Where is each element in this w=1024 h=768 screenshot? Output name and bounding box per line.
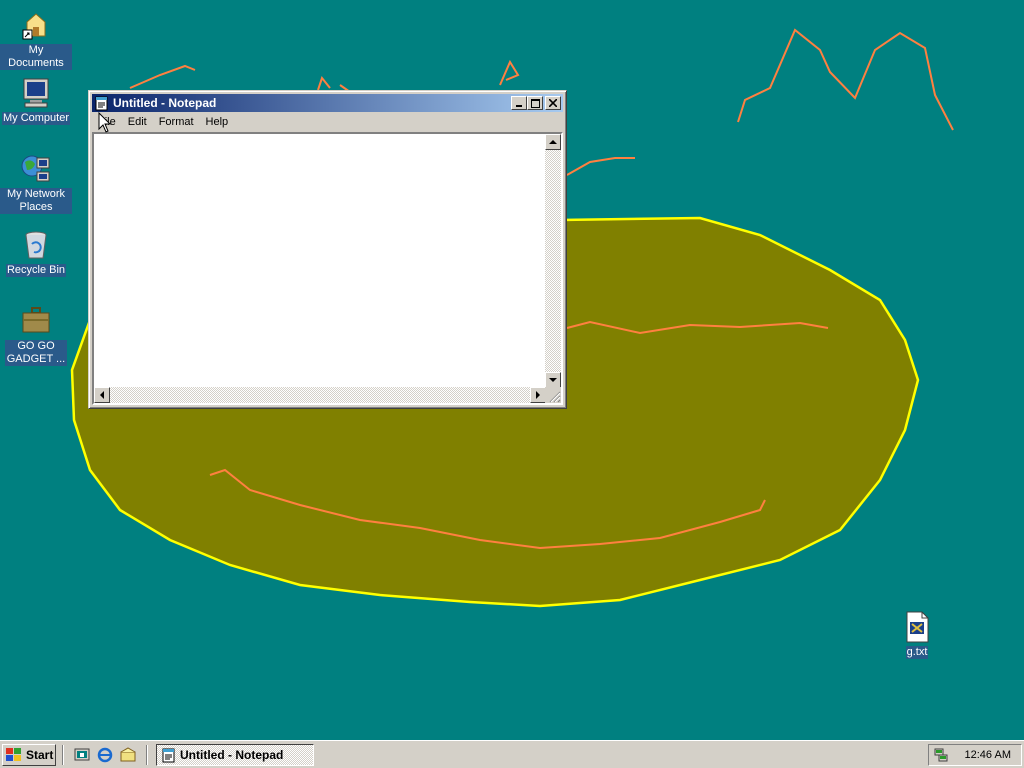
- horizontal-scrollbar[interactable]: [94, 387, 546, 403]
- my-computer-icon: [23, 78, 49, 108]
- clock[interactable]: 12:46 AM: [965, 749, 1011, 761]
- network-places-icon: [21, 155, 50, 182]
- notepad-icon: [95, 96, 108, 111]
- close-button[interactable]: [545, 96, 561, 110]
- scroll-left-button[interactable]: [94, 387, 110, 403]
- menu-bar: File Edit Format Help: [92, 113, 563, 131]
- my-documents-icon: [22, 13, 46, 40]
- desktop-icon-briefcase[interactable]: GO GO GADGET ...: [0, 304, 72, 366]
- desktop-icon-label: My Computer: [1, 112, 71, 125]
- taskbar-button-notepad[interactable]: Untitled - Notepad: [156, 744, 314, 766]
- quick-launch-show-desktop[interactable]: [72, 745, 92, 765]
- scribble-hat: [129, 64, 196, 89]
- menu-edit[interactable]: Edit: [122, 114, 153, 130]
- quick-launch-internet-explorer[interactable]: [95, 745, 115, 765]
- scribble-m: [737, 28, 954, 131]
- maximize-icon: [530, 98, 540, 108]
- scroll-down-button[interactable]: [545, 372, 561, 388]
- menu-help[interactable]: Help: [200, 114, 235, 130]
- desktop-icon-label: My Documents: [0, 44, 72, 70]
- taskbar-button-label: Untitled - Notepad: [180, 748, 284, 762]
- title-bar[interactable]: Untitled - Notepad: [92, 94, 563, 112]
- minimize-button[interactable]: [511, 96, 527, 110]
- text-file-icon: [906, 611, 929, 643]
- recycle-bin-icon: [25, 231, 47, 259]
- desktop-icon-recycle-bin[interactable]: Recycle Bin: [0, 228, 72, 277]
- arrow-up-icon: [549, 139, 557, 144]
- windows-logo-icon: [6, 748, 21, 761]
- desktop-icon-my-documents[interactable]: My Documents: [0, 8, 72, 70]
- outlook-express-icon: [120, 747, 136, 762]
- desktop-icon-label: My Network Places: [0, 188, 72, 214]
- system-tray: 12:46 AM: [928, 744, 1022, 766]
- notepad-icon: [162, 748, 175, 763]
- arrow-down-icon: [549, 377, 557, 382]
- arrow-left-icon: [99, 391, 104, 399]
- vertical-scrollbar[interactable]: [545, 134, 561, 388]
- arrow-right-icon: [535, 391, 540, 399]
- taskbar: Start Untitled - Notepad 12:46 AM: [0, 740, 1024, 768]
- internet-explorer-icon: [97, 747, 113, 763]
- scroll-right-button[interactable]: [530, 387, 546, 403]
- resize-grip-icon: [549, 391, 561, 403]
- resize-grip[interactable]: [545, 387, 561, 403]
- taskbar-separator: [146, 745, 148, 765]
- scribble-c: [499, 59, 520, 86]
- close-icon: [549, 99, 557, 107]
- briefcase-icon: [22, 307, 50, 333]
- desktop-icon-network-places[interactable]: My Network Places: [0, 152, 72, 214]
- minimize-icon: [516, 105, 522, 107]
- show-desktop-icon: [74, 748, 90, 761]
- menu-format[interactable]: Format: [153, 114, 200, 130]
- desktop-icon-label: GO GO GADGET ...: [5, 340, 67, 366]
- text-editor-area: [92, 132, 563, 405]
- desktop-icon-my-computer[interactable]: My Computer: [0, 76, 72, 125]
- desktop-icon-label: Recycle Bin: [5, 264, 67, 277]
- maximize-button[interactable]: [527, 96, 543, 110]
- start-label: Start: [26, 748, 54, 762]
- desktop-icon-g-txt[interactable]: g.txt: [881, 610, 953, 659]
- desktop-icon-label: g.txt: [905, 646, 929, 659]
- start-button[interactable]: Start: [2, 744, 56, 766]
- scribble-curve: [566, 157, 635, 176]
- quick-launch-outlook-express[interactable]: [118, 745, 138, 765]
- notepad-window[interactable]: Untitled - Notepad File Edit Format Help: [88, 90, 567, 409]
- taskbar-separator: [62, 745, 64, 765]
- notepad-text-input[interactable]: [94, 134, 546, 388]
- window-title: Untitled - Notepad: [113, 96, 217, 110]
- scroll-up-button[interactable]: [545, 134, 561, 150]
- mouse-cursor-icon: [98, 112, 112, 133]
- network-tray-icon[interactable]: [933, 747, 949, 763]
